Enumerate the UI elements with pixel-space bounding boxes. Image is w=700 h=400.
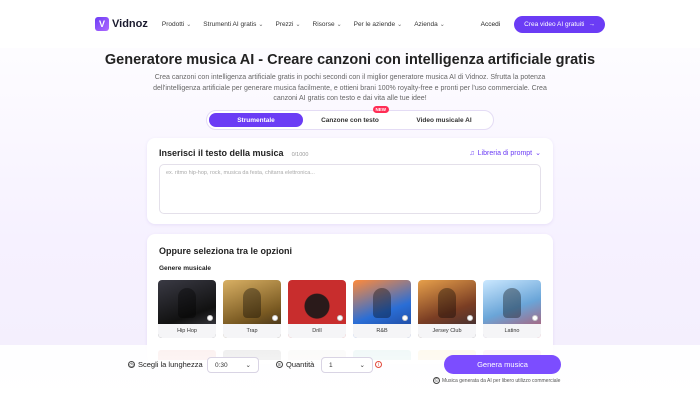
menu-item-label: Per le aziende — [353, 20, 396, 28]
logo-text: Vidnoz — [112, 18, 148, 30]
genre-image — [438, 288, 456, 318]
genre-label: Genere musicale — [159, 265, 212, 272]
genre-image — [503, 288, 521, 318]
login-link[interactable]: Accedi — [481, 21, 501, 28]
genre-image — [243, 288, 261, 318]
quantity-label: ≡ Quantità — [276, 360, 314, 369]
menu-item-label: Azienda — [414, 20, 438, 28]
new-badge: NEW — [372, 106, 389, 113]
info-icon[interactable]: i — [375, 361, 382, 368]
prompt-title: Inserisci il testo della musica — [159, 148, 284, 158]
prompt-card: Inserisci il testo della musica 0/1000 ♫… — [147, 138, 553, 224]
menu-item-label: Prodotti — [161, 20, 185, 28]
genre-list: Hip Hop Trap Drill R&B Jersey Club Latin… — [158, 280, 541, 338]
menu-item-label: Risorse — [312, 20, 335, 28]
radio-button[interactable] — [207, 315, 213, 321]
logo[interactable]: V Vidnoz — [95, 17, 148, 31]
mode-tabs: Strumentale Canzone con testo NEW Video … — [206, 106, 494, 130]
create-video-button[interactable]: Crea video AI gratuiti → — [514, 15, 605, 33]
prompt-library-label: Libreria di prompt — [477, 149, 533, 157]
tab-canzone-con-testo[interactable]: Canzone con testo NEW — [303, 106, 397, 127]
chevron-down-icon: ⌄ — [439, 21, 445, 28]
genre-card-rnb[interactable]: R&B — [353, 280, 411, 338]
prompt-library-button[interactable]: ♫ Libreria di prompt ⌄ — [469, 149, 541, 158]
genre-name: Drill — [288, 324, 346, 338]
genre-card-jersey-club[interactable]: Jersey Club — [418, 280, 476, 338]
length-select[interactable]: 0:30 ⌄ — [207, 357, 259, 373]
chevron-down-icon: ⌄ — [258, 21, 264, 28]
nav-actions: Accedi Crea video AI gratuiti → — [481, 15, 605, 33]
menu-item-prezzi[interactable]: Prezzi ⌄ — [275, 21, 300, 28]
radio-button[interactable] — [402, 315, 408, 321]
vidnoz-logo-icon: V — [95, 17, 109, 31]
menu-item-label: Strumenti AI gratis — [203, 20, 257, 28]
menu-item-strumenti[interactable]: Strumenti AI gratis ⌄ — [203, 21, 263, 28]
genre-card-hip-hop[interactable]: Hip Hop — [158, 280, 216, 338]
music-prompt-input[interactable] — [159, 164, 541, 214]
chevron-down-icon: ⌄ — [336, 21, 342, 28]
genre-image — [178, 288, 196, 318]
quantity-label-text: Quantità — [286, 360, 315, 369]
genre-name: R&B — [353, 324, 411, 338]
genre-card-drill[interactable]: Drill — [288, 280, 346, 338]
length-label-text: Scegli la lunghezza — [138, 360, 203, 369]
top-navbar: V Vidnoz Prodotti ⌄ Strumenti AI gratis ⌄ … — [0, 0, 700, 48]
menu-item-azienda[interactable]: Azienda ⌄ — [414, 21, 445, 28]
note-text: Musica generata da AI per libero utilizz… — [442, 377, 561, 384]
genre-image — [373, 288, 391, 318]
menu-item-label: Prezzi — [275, 20, 294, 28]
quantity-select[interactable]: 1 ⌄ — [321, 357, 373, 373]
tab-label: Video musicale AI — [416, 116, 472, 124]
layers-icon: ≡ — [276, 361, 283, 368]
menu-item-risorse[interactable]: Risorse ⌄ — [313, 21, 342, 28]
menu-item-prodotti[interactable]: Prodotti ⌄ — [162, 21, 191, 28]
chevron-down-icon: ⌄ — [186, 21, 192, 28]
cta-label: Crea video AI gratuiti — [524, 20, 585, 28]
menu-item-aziende[interactable]: Per le aziende ⌄ — [354, 21, 403, 28]
prompt-header: Inserisci il testo della musica 0/1000 — [159, 148, 308, 158]
radio-button[interactable] — [272, 315, 278, 321]
options-title: Oppure seleziona tra le opzioni — [159, 246, 293, 256]
radio-button[interactable] — [337, 315, 343, 321]
length-label: ◷ Scegli la lunghezza — [128, 360, 203, 369]
genre-name: Jersey Club — [418, 324, 476, 338]
genre-name: Trap — [223, 324, 281, 338]
chevron-down-icon: ⌄ — [397, 21, 403, 28]
char-counter: 0/1000 — [291, 152, 309, 158]
chevron-down-icon: ⌄ — [535, 150, 541, 157]
radio-button[interactable] — [532, 315, 538, 321]
length-value: 0:30 — [215, 361, 228, 369]
arrow-right-icon: → — [588, 20, 596, 28]
commercial-use-note: © Musica generata da AI per libero utili… — [433, 377, 560, 384]
radio-button[interactable] — [467, 315, 473, 321]
copyright-icon: © — [433, 377, 440, 384]
chevron-down-icon: ⌄ — [245, 362, 251, 369]
chevron-down-icon: ⌄ — [295, 21, 301, 28]
chevron-down-icon: ⌄ — [359, 362, 365, 369]
clock-icon: ◷ — [128, 361, 135, 368]
genre-card-trap[interactable]: Trap — [223, 280, 281, 338]
page-title: Generatore musica AI - Creare canzoni co… — [104, 52, 596, 68]
genre-name: Latino — [483, 324, 541, 338]
generate-music-button[interactable]: Genera musica — [444, 355, 561, 374]
music-note-icon: ♫ — [469, 149, 475, 157]
page-subtitle: Crea canzoni con intelligenza artificial… — [153, 74, 547, 102]
tab-label: Canzone con testo — [321, 116, 379, 124]
tab-strumentale[interactable]: Strumentale — [209, 113, 303, 127]
genre-card-latino[interactable]: Latino — [483, 280, 541, 338]
tab-video-musicale[interactable]: Video musicale AI — [397, 113, 491, 127]
genre-name: Hip Hop — [158, 324, 216, 338]
quantity-value: 1 — [329, 361, 333, 369]
tab-label: Strumentale — [237, 116, 275, 124]
main-menu: Prodotti ⌄ Strumenti AI gratis ⌄ Prezzi ⌄ R… — [162, 21, 445, 28]
